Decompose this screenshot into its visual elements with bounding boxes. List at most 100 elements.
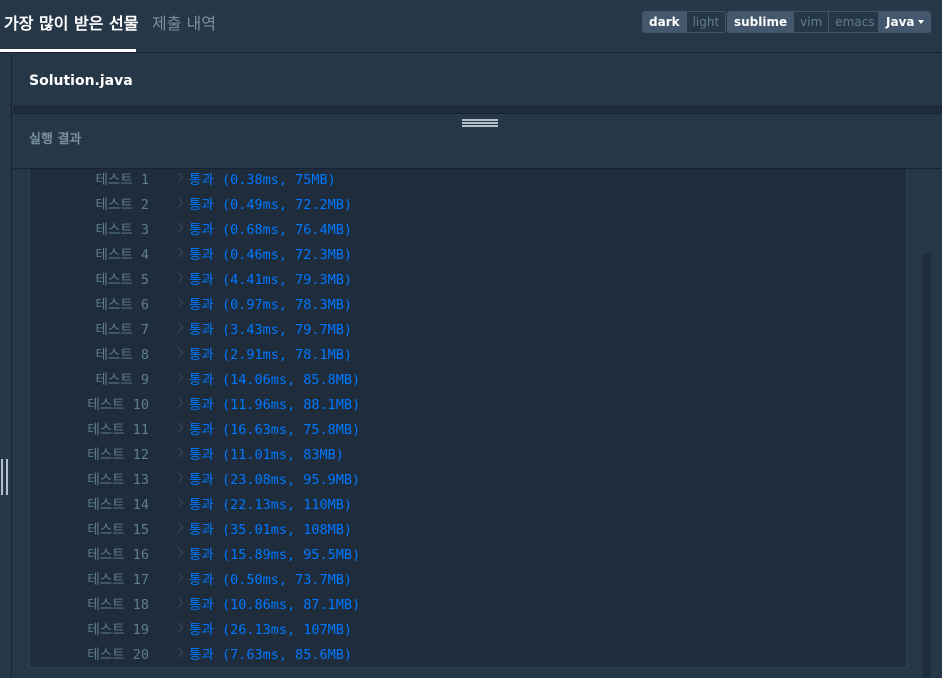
test-label: 테스트 15: [87, 522, 149, 538]
test-result: 통과 (0.50ms, 73.7MB): [189, 572, 353, 588]
test-label: 테스트 6: [95, 297, 149, 313]
test-result-row: 테스트 10 통과 (11.96ms, 88.1MB): [30, 395, 890, 420]
top-bar: 가장 많이 받은 선물 제출 내역 dark light sublime vim…: [0, 0, 942, 53]
test-result-row: 테스트 8 통과 (2.91ms, 78.1MB): [30, 345, 890, 370]
test-result: 통과 (0.38ms, 75MB): [189, 172, 336, 188]
tab-problem[interactable]: 가장 많이 받은 선물: [4, 12, 138, 36]
test-result-row: 테스트 15 통과 (35.01ms, 108MB): [30, 520, 890, 545]
chevron-right-icon: [173, 547, 184, 558]
test-label: 테스트 5: [95, 272, 149, 288]
keymap-sublime-button[interactable]: sublime: [728, 12, 795, 32]
test-label: 테스트 8: [95, 347, 149, 363]
test-label: 테스트 13: [87, 472, 149, 488]
chevron-right-icon: [173, 372, 184, 383]
result-scrollbar-thumb[interactable]: [923, 254, 931, 678]
chevron-right-icon: [173, 347, 184, 358]
chevron-right-icon: [173, 472, 184, 483]
test-result: 통과 (0.49ms, 72.2MB): [189, 197, 353, 213]
left-panel-rail: [0, 54, 12, 678]
chevron-right-icon: [173, 572, 184, 583]
test-result: 통과 (15.89ms, 95.5MB): [189, 547, 361, 563]
chevron-right-icon: [173, 497, 184, 508]
test-result-row: 테스트 14 통과 (22.13ms, 110MB): [30, 495, 890, 520]
test-result: 통과 (7.63ms, 85.6MB): [189, 647, 353, 663]
tab-submissions[interactable]: 제출 내역: [152, 12, 216, 36]
test-result-row: 테스트 18 통과 (10.86ms, 87.1MB): [30, 595, 890, 620]
test-label: 테스트 17: [87, 572, 149, 588]
test-result: 통과 (23.08ms, 95.9MB): [189, 472, 361, 488]
test-label: 테스트 11: [87, 422, 149, 438]
file-name-tab[interactable]: Solution.java: [29, 72, 133, 90]
test-label: 테스트 1: [95, 172, 149, 188]
test-result: 통과 (10.86ms, 87.1MB): [189, 597, 361, 613]
drag-handle-icon[interactable]: [1, 459, 9, 495]
chevron-right-icon: [173, 272, 184, 283]
test-label: 테스트 2: [95, 197, 149, 213]
test-result-row: 테스트 11 통과 (16.63ms, 75.8MB): [30, 420, 890, 445]
test-result: 통과 (4.41ms, 79.3MB): [189, 272, 353, 288]
splitter-handle-icon[interactable]: [462, 119, 498, 128]
chevron-right-icon: [173, 622, 184, 633]
theme-toggle: dark light: [642, 11, 727, 33]
chevron-right-icon: [173, 297, 184, 308]
test-result: 통과 (11.01ms, 83MB): [189, 447, 344, 463]
test-label: 테스트 3: [95, 222, 149, 238]
test-label: 테스트 19: [87, 622, 149, 638]
test-label: 테스트 9: [95, 372, 149, 388]
chevron-right-icon: [173, 647, 184, 658]
theme-light-button[interactable]: light: [686, 12, 726, 32]
test-label: 테스트 16: [87, 547, 149, 563]
test-result: 통과 (26.13ms, 107MB): [189, 622, 353, 638]
active-tab-indicator: [0, 49, 136, 52]
test-result-row: 테스트 17 통과 (0.50ms, 73.7MB): [30, 570, 890, 595]
chevron-right-icon: [173, 397, 184, 408]
test-result-row: 테스트 7 통과 (3.43ms, 79.7MB): [30, 320, 890, 345]
test-result-row: 테스트 12 통과 (11.01ms, 83MB): [30, 445, 890, 470]
test-result-row: 테스트 4 통과 (0.46ms, 72.3MB): [30, 245, 890, 270]
test-label: 테스트 12: [87, 447, 149, 463]
test-result-row: 테스트 5 통과 (4.41ms, 79.3MB): [30, 270, 890, 295]
language-select-label: Java: [886, 15, 915, 29]
chevron-right-icon: [173, 247, 184, 258]
test-result-row: 테스트 6 통과 (0.97ms, 78.3MB): [30, 295, 890, 320]
test-result: 통과 (14.06ms, 85.8MB): [189, 372, 361, 388]
test-result-row: 테스트 1 통과 (0.38ms, 75MB): [30, 170, 890, 195]
test-result: 통과 (0.46ms, 72.3MB): [189, 247, 353, 263]
keymap-toggle: sublime vim emacs: [727, 11, 882, 33]
test-result-row: 테스트 3 통과 (0.68ms, 76.4MB): [30, 220, 890, 245]
editor-file-header: Solution.java: [13, 54, 942, 107]
keymap-emacs-button[interactable]: emacs: [829, 12, 881, 32]
language-select[interactable]: Java: [878, 11, 931, 33]
chevron-right-icon: [173, 422, 184, 433]
chevron-right-icon: [173, 597, 184, 608]
chevron-right-icon: [173, 197, 184, 208]
test-result: 통과 (22.13ms, 110MB): [189, 497, 353, 513]
test-result-row: 테스트 20 통과 (7.63ms, 85.6MB): [30, 645, 890, 667]
keymap-vim-button[interactable]: vim: [794, 12, 830, 32]
test-label: 테스트 18: [87, 597, 149, 613]
test-result: 통과 (2.91ms, 78.1MB): [189, 347, 353, 363]
chevron-right-icon: [173, 322, 184, 333]
chevron-right-icon: [173, 522, 184, 533]
chevron-right-icon: [173, 447, 184, 458]
test-result-row: 테스트 19 통과 (26.13ms, 107MB): [30, 620, 890, 645]
result-panel-header: 실행 결과: [13, 114, 942, 169]
test-result-row: 테스트 9 통과 (14.06ms, 85.8MB): [30, 370, 890, 395]
test-label: 테스트 10: [87, 397, 149, 413]
result-console: 테스트 1 통과 (0.38ms, 75MB) 테스트 2 통과 (0.49ms, …: [29, 169, 907, 668]
test-label: 테스트 4: [95, 247, 149, 263]
test-result-row: 테스트 13 통과 (23.08ms, 95.9MB): [30, 470, 890, 495]
chevron-right-icon: [173, 172, 184, 183]
test-label: 테스트 7: [95, 322, 149, 338]
result-panel: 테스트 1 통과 (0.38ms, 75MB) 테스트 2 통과 (0.49ms, …: [13, 169, 942, 678]
theme-dark-button[interactable]: dark: [643, 12, 687, 32]
test-result-row: 테스트 16 통과 (15.89ms, 95.5MB): [30, 545, 890, 570]
test-label: 테스트 14: [87, 497, 149, 513]
test-result-row: 테스트 2 통과 (0.49ms, 72.2MB): [30, 195, 890, 220]
editor-area-collapsed: [13, 107, 942, 114]
caret-down-icon: [918, 20, 924, 24]
test-label: 테스트 20: [87, 647, 149, 663]
test-result: 통과 (0.97ms, 78.3MB): [189, 297, 353, 313]
test-result: 통과 (0.68ms, 76.4MB): [189, 222, 353, 238]
result-title: 실행 결과: [29, 132, 82, 147]
